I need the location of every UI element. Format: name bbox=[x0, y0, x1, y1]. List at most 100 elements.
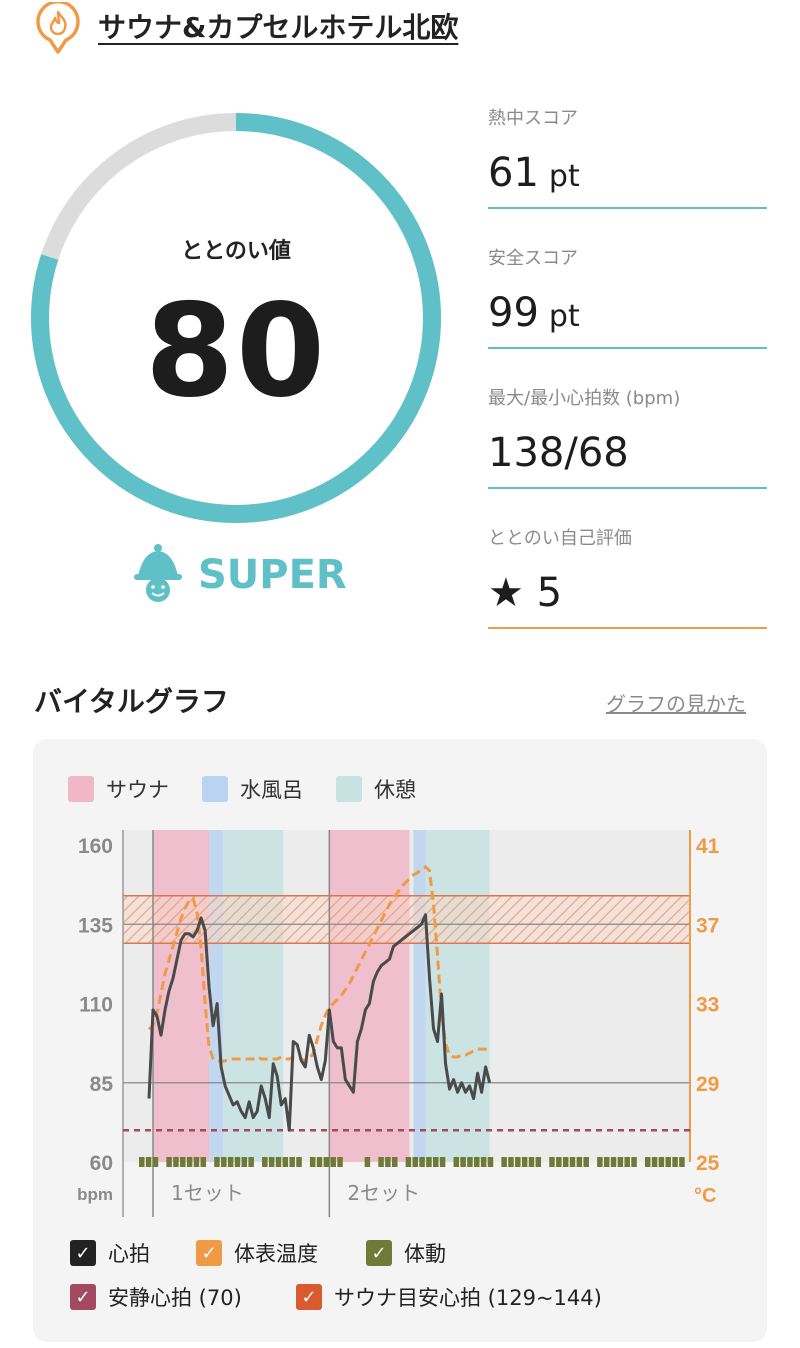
right-tick-label: 37 bbox=[696, 914, 719, 937]
left-axis-unit: bpm bbox=[77, 1185, 113, 1204]
divider bbox=[488, 487, 767, 489]
motion-mark bbox=[282, 1157, 289, 1167]
motion-mark bbox=[597, 1157, 603, 1167]
left-tick-label: 135 bbox=[78, 914, 113, 937]
phase-band-cold bbox=[413, 830, 426, 1162]
legend-swatch bbox=[202, 776, 228, 802]
legend-label: 休憩 bbox=[374, 778, 416, 802]
motion-mark bbox=[296, 1157, 302, 1167]
right-tick-label: 29 bbox=[696, 1073, 719, 1096]
left-tick-label: 160 bbox=[78, 835, 113, 858]
right-tick-label: 41 bbox=[696, 835, 720, 858]
motion-mark bbox=[180, 1157, 186, 1167]
heat-score-unit: pt bbox=[548, 159, 580, 194]
motion-mark bbox=[426, 1157, 432, 1167]
motion-mark bbox=[453, 1157, 460, 1167]
motion-mark bbox=[200, 1157, 207, 1167]
graph-help-link[interactable]: グラフの見かた bbox=[606, 688, 746, 717]
motion-mark bbox=[323, 1157, 330, 1167]
motion-mark bbox=[576, 1157, 583, 1167]
toggle-label: サウナ目安心拍 (129~144) bbox=[334, 1286, 602, 1310]
score-label: ととのい値 bbox=[181, 239, 291, 264]
motion-mark bbox=[166, 1157, 172, 1167]
legend-swatch bbox=[68, 776, 94, 802]
left-tick-label: 85 bbox=[90, 1073, 114, 1096]
vital-graph-title: バイタルグラフ bbox=[34, 685, 229, 718]
motion-mark bbox=[535, 1157, 542, 1167]
safety-score-number: 99 bbox=[488, 290, 539, 336]
toggle-body-motion[interactable]: ✓ 体動 bbox=[366, 1238, 446, 1268]
motion-mark bbox=[316, 1157, 323, 1167]
motion-mark bbox=[665, 1157, 671, 1167]
motion-mark bbox=[501, 1157, 507, 1167]
motion-mark bbox=[139, 1157, 145, 1167]
checkbox-checked-icon: ✓ bbox=[366, 1240, 392, 1266]
checkbox-checked-icon: ✓ bbox=[70, 1284, 96, 1310]
motion-mark bbox=[275, 1157, 282, 1167]
motion-mark bbox=[610, 1157, 617, 1167]
safety-score-unit: pt bbox=[548, 299, 580, 334]
motion-mark bbox=[152, 1157, 159, 1167]
motion-mark bbox=[145, 1157, 152, 1167]
motion-mark bbox=[480, 1157, 487, 1167]
toggle-skin-temp[interactable]: ✓ 体表温度 bbox=[196, 1238, 318, 1268]
toggle-label: 体表温度 bbox=[234, 1242, 318, 1266]
motion-mark bbox=[186, 1157, 193, 1167]
heat-score-label: 熱中スコア bbox=[488, 108, 578, 129]
safety-score-label: 安全スコア bbox=[488, 248, 578, 269]
motion-mark bbox=[439, 1157, 446, 1167]
motion-mark bbox=[679, 1157, 685, 1167]
self-rating-value: ★ 5 bbox=[488, 570, 563, 616]
legend-label: 水風呂 bbox=[240, 778, 303, 802]
toggle-sauna-target-hr[interactable]: ✓ サウナ目安心拍 (129~144) bbox=[296, 1282, 602, 1312]
motion-mark bbox=[412, 1157, 418, 1167]
vital-chart: 160 135 110 85 60 41 37 33 29 25 bpm °C 1セット 2セット bbox=[77, 830, 720, 1217]
motion-mark bbox=[603, 1157, 610, 1167]
motion-mark bbox=[289, 1157, 295, 1167]
motion-mark bbox=[268, 1157, 275, 1167]
motion-mark bbox=[658, 1157, 665, 1167]
left-tick-label: 110 bbox=[79, 994, 113, 1017]
legend-swatch bbox=[336, 776, 362, 802]
heart-rate-range-label: 最大/最小心拍数 (bpm) bbox=[488, 388, 681, 409]
sauna-hat-character-icon bbox=[134, 544, 182, 602]
motion-mark bbox=[672, 1157, 678, 1167]
right-tick-label: 25 bbox=[696, 1152, 720, 1175]
legend-sauna: サウナ bbox=[68, 774, 169, 804]
legend-label: サウナ bbox=[106, 778, 169, 802]
motion-mark bbox=[391, 1157, 398, 1167]
checkbox-checked-icon: ✓ bbox=[296, 1284, 322, 1310]
heat-score-number: 61 bbox=[488, 150, 539, 196]
motion-mark bbox=[569, 1157, 576, 1167]
motion-mark bbox=[651, 1157, 658, 1167]
motion-mark bbox=[214, 1157, 220, 1167]
score-value: 80 bbox=[144, 277, 328, 426]
motion-mark bbox=[378, 1157, 384, 1167]
motion-mark bbox=[562, 1157, 569, 1167]
divider bbox=[488, 207, 767, 209]
motion-mark bbox=[460, 1157, 466, 1167]
motion-mark bbox=[173, 1157, 179, 1167]
divider bbox=[488, 347, 767, 349]
motion-mark bbox=[556, 1157, 562, 1167]
left-tick-label: 60 bbox=[90, 1152, 113, 1175]
right-tick-label: 33 bbox=[696, 994, 719, 1017]
motion-mark bbox=[528, 1157, 535, 1167]
facility-name-link[interactable]: サウナ&カプセルホテル北欧 bbox=[98, 6, 458, 46]
right-axis-unit: °C bbox=[694, 1185, 716, 1207]
motion-mark bbox=[433, 1157, 439, 1167]
heart-rate-range-value: 138/68 bbox=[488, 430, 629, 476]
motion-mark bbox=[583, 1157, 589, 1167]
motion-mark bbox=[474, 1157, 480, 1167]
toggle-label: 安静心拍 (70) bbox=[108, 1286, 242, 1310]
motion-mark bbox=[624, 1157, 630, 1167]
toggle-heart-rate[interactable]: ✓ 心拍 bbox=[70, 1238, 150, 1268]
toggle-resting-hr[interactable]: ✓ 安静心拍 (70) bbox=[70, 1282, 242, 1312]
motion-mark bbox=[549, 1157, 555, 1167]
legend-rest: 休憩 bbox=[336, 774, 416, 804]
safety-score-value: 99 pt bbox=[488, 290, 580, 336]
checkbox-checked-icon: ✓ bbox=[70, 1240, 96, 1266]
motion-mark bbox=[487, 1157, 494, 1167]
set-label: 2セット bbox=[347, 1181, 420, 1205]
toggle-label: 心拍 bbox=[108, 1242, 150, 1266]
